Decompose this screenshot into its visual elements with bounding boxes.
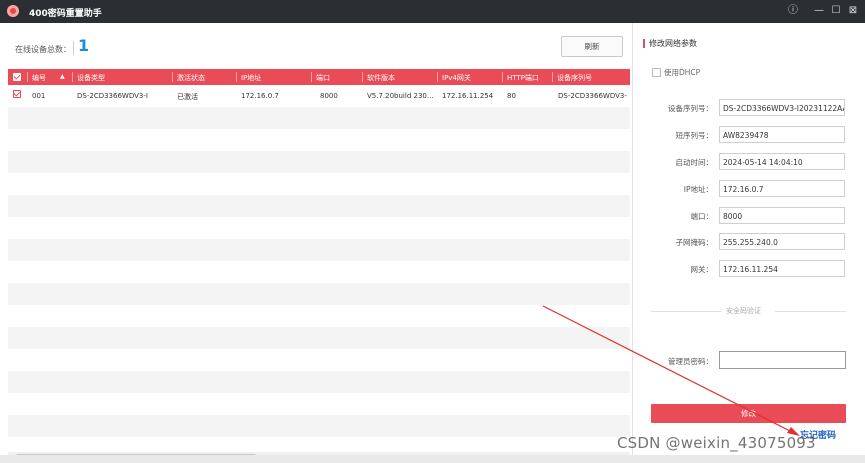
table-row-empty (8, 327, 630, 349)
port-field[interactable]: 8000 (719, 207, 845, 224)
sort-asc-icon[interactable]: ▲ (60, 73, 65, 80)
column-divider (552, 72, 553, 82)
gateway-field[interactable]: 172.16.11.254 (719, 260, 845, 277)
cell-ip: 172.16.0.7 (241, 92, 279, 100)
column-header-port[interactable]: 端口 (316, 73, 330, 83)
table-header: 编号 ▲ 设备类型 激活状态 IP地址 端口 软件版本 IPv4网关 HTTP端… (8, 69, 630, 85)
column-header-ip[interactable]: IP地址 (241, 73, 261, 83)
cell-type: DS-2CD3366WDV3-I (77, 92, 148, 100)
column-divider (311, 72, 312, 82)
column-header-gateway[interactable]: IPv4网关 (442, 73, 471, 83)
table-row-empty (8, 173, 630, 195)
cell-version: V5.7.20build 230... (367, 92, 434, 100)
app-logo-icon (7, 5, 19, 17)
ip-label: IP地址： (683, 185, 713, 194)
column-header-type[interactable]: 设备类型 (77, 73, 105, 83)
table-row-empty (8, 239, 630, 261)
cell-http-port: 80 (507, 92, 516, 100)
network-params-panel: 修改网络参数 使用DHCP 设备序列号： DS-2CD3366WDV3-I202… (632, 23, 865, 463)
gateway-label: 网关： (690, 265, 714, 274)
table-row-empty (8, 415, 630, 437)
table-row-empty (8, 217, 630, 239)
row-checkbox[interactable] (13, 90, 21, 98)
column-divider (172, 72, 173, 82)
watermark-text: CSDN @weixin_43075093 (617, 434, 816, 452)
short-serial-field[interactable]: AW8239478 (719, 126, 845, 143)
dhcp-label[interactable]: 使用DHCP (664, 67, 700, 78)
table-row-empty (8, 107, 630, 129)
dhcp-checkbox[interactable] (652, 68, 661, 77)
status-strip (0, 455, 865, 463)
column-divider (27, 72, 28, 82)
boot-time-label: 启动时间： (675, 158, 714, 167)
column-header-status[interactable]: 激活状态 (177, 73, 205, 83)
short-serial-label: 短序列号： (675, 131, 714, 140)
panel-title: 修改网络参数 (649, 39, 697, 48)
table-row-empty (8, 129, 630, 151)
subnet-mask-field[interactable]: 255.255.240.0 (719, 233, 845, 250)
subnet-mask-label: 子网掩码： (675, 238, 714, 247)
table-row[interactable]: 001 DS-2CD3366WDV3-I 已激活 172.16.0.7 8000… (8, 85, 630, 107)
cell-gateway: 172.16.11.254 (442, 92, 494, 100)
table-row-empty (8, 305, 630, 327)
maximize-icon[interactable]: ☐ (829, 4, 843, 18)
divider (775, 311, 846, 312)
port-label: 端口： (690, 212, 714, 221)
serial-label: 设备序列号： (668, 104, 713, 113)
cell-serial: DS-2CD3366WDV3- (558, 92, 627, 100)
boot-time-field[interactable]: 2024-05-14 14:04:10 (719, 153, 845, 170)
serial-field[interactable]: DS-2CD3366WDV3-I20231122AAC (719, 99, 845, 116)
ip-field[interactable]: 172.16.0.7 (719, 180, 845, 197)
table-row-empty (8, 393, 630, 415)
refresh-button[interactable]: 刷新 (561, 36, 623, 57)
online-count-value: 1 (78, 36, 90, 55)
table-row-empty (8, 437, 630, 452)
column-header-version[interactable]: 软件版本 (367, 73, 395, 83)
section-marker (643, 39, 645, 48)
info-icon[interactable]: ⓘ (786, 4, 800, 18)
select-all-checkbox[interactable] (13, 73, 21, 81)
table-row-empty (8, 261, 630, 283)
title-bar: 400密码重置助手 ⓘ — ☐ ⊠ (0, 0, 865, 23)
divider (73, 41, 74, 55)
column-divider (437, 72, 438, 82)
column-header-no[interactable]: 编号 (32, 73, 46, 83)
admin-password-label: 管理员密码： (668, 357, 713, 366)
table-row-empty (8, 371, 630, 393)
admin-password-field[interactable] (719, 351, 846, 369)
window-title: 400密码重置助手 (29, 9, 102, 19)
cell-port: 8000 (320, 92, 338, 100)
column-header-serial[interactable]: 设备序列号 (557, 73, 592, 83)
column-header-http-port[interactable]: HTTP端口 (507, 73, 539, 83)
table-row-empty (8, 195, 630, 217)
table-row-empty (8, 283, 630, 305)
device-list-panel: 在线设备总数： 1 刷新 编号 ▲ 设备类型 激活状态 IP地址 端口 软件版本… (8, 23, 630, 463)
table-row-empty (8, 349, 630, 371)
column-divider (502, 72, 503, 82)
cell-no: 001 (32, 92, 46, 100)
close-icon[interactable]: ⊠ (846, 4, 860, 18)
security-section-label: 安全码验证 (726, 307, 761, 315)
column-divider (236, 72, 237, 82)
table-row-empty (8, 151, 630, 173)
table-body: 001 DS-2CD3366WDV3-I 已激活 172.16.0.7 8000… (8, 85, 630, 452)
column-divider (362, 72, 363, 82)
online-count-label: 在线设备总数： (15, 45, 71, 54)
minimize-icon[interactable]: — (812, 4, 826, 18)
modify-button[interactable]: 修改 (651, 404, 846, 423)
divider (651, 311, 721, 312)
device-table: 编号 ▲ 设备类型 激活状态 IP地址 端口 软件版本 IPv4网关 HTTP端… (8, 69, 630, 452)
column-divider (72, 72, 73, 82)
cell-status: 已激活 (177, 93, 198, 101)
